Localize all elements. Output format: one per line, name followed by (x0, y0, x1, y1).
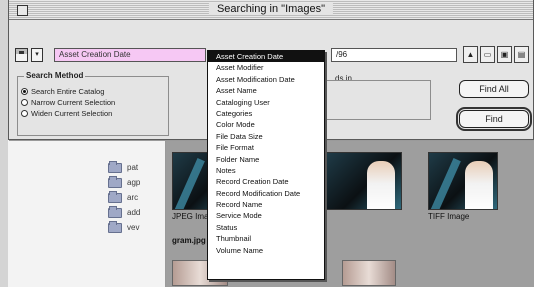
folder-icon (108, 190, 122, 203)
tree-item[interactable]: add (108, 205, 140, 220)
menu-item[interactable]: Asset Modification Date (208, 74, 324, 85)
tree-item[interactable]: vev (108, 220, 140, 235)
menu-item[interactable]: Record Name (208, 199, 324, 210)
menu-item[interactable]: Volume Name (208, 245, 324, 256)
menu-item[interactable]: File Format (208, 142, 324, 153)
menu-item[interactable]: Asset Modifier (208, 62, 324, 73)
criteria-value-field[interactable]: /96 (331, 48, 457, 62)
search-method-label: Search Method (24, 71, 86, 80)
thumbnail-filename: gram.jpg (172, 236, 206, 245)
tree-item[interactable]: pat (108, 160, 140, 175)
disk-icon[interactable] (15, 48, 28, 62)
tree-item-label: pat (127, 163, 139, 172)
fewer-choices-button[interactable]: ▭ (480, 46, 495, 63)
menu-item[interactable]: Folder Name (208, 154, 324, 165)
folder-icon (108, 175, 122, 188)
menu-item[interactable]: Notes (208, 165, 324, 176)
criteria-row: ▾ (15, 47, 43, 63)
more-choices-button[interactable]: ▲ (463, 46, 478, 63)
find-all-button[interactable]: Find All (459, 80, 529, 98)
find-button[interactable]: Find (456, 107, 532, 131)
menu-item[interactable]: Cataloging User (208, 97, 324, 108)
radio-selected-icon (21, 88, 28, 95)
radio-narrow-selection[interactable]: Narrow Current Selection (21, 98, 115, 107)
tree-item-label: add (127, 208, 141, 217)
radio-label: Search Entire Catalog (31, 87, 105, 96)
thumbnail-image[interactable] (342, 260, 396, 286)
menu-item[interactable]: Record Modification Date (208, 188, 324, 199)
dialog-title: Searching in "Images" (208, 3, 334, 15)
thumbnail-caption: TIFF Image (428, 212, 470, 221)
menu-item[interactable]: Color Mode (208, 119, 324, 130)
tree-item[interactable]: agp (108, 175, 140, 190)
folder-icon (108, 220, 122, 233)
tree-item[interactable]: arc (108, 190, 140, 205)
thumbnail-image[interactable] (428, 152, 498, 210)
tree-item-label: vev (127, 223, 140, 232)
criteria-value-text: /96 (336, 50, 348, 59)
menu-item[interactable]: Thumbnail (208, 233, 324, 244)
folder-icon (108, 160, 122, 173)
operator-popup[interactable]: ▾ (31, 48, 43, 62)
folder-icon (108, 205, 122, 218)
radio-search-entire-catalog[interactable]: Search Entire Catalog (21, 87, 104, 96)
folder-tree-pane[interactable]: pat agp arc add vev (8, 140, 166, 287)
menu-item[interactable]: Status (208, 222, 324, 233)
radio-unselected-icon (21, 110, 28, 117)
search-method-group: Search Method Search Entire Catalog Narr… (17, 71, 169, 136)
criteria-list-button[interactable]: ▤ (514, 46, 529, 63)
criteria-option-button[interactable]: ▣ (497, 46, 512, 63)
tree-item-label: arc (127, 193, 139, 202)
criteria-toolbar: ▲ ▭ ▣ ▤ (463, 46, 529, 63)
radio-label: Widen Current Selection (31, 109, 113, 118)
field-name-menu: Asset Creation Date Asset Modifier Asset M… (207, 50, 325, 280)
dialog-titlebar[interactable]: Searching in "Images" (9, 0, 533, 20)
radio-unselected-icon (21, 99, 28, 106)
thumbnail-image[interactable] (326, 152, 402, 210)
menu-item[interactable]: Service Mode (208, 210, 324, 221)
tree-item-label: agp (127, 178, 141, 187)
close-box-icon[interactable] (17, 5, 28, 16)
field-name-popup[interactable]: Asset Creation Date (54, 48, 206, 62)
menu-item[interactable]: Categories (208, 108, 324, 119)
radio-widen-selection[interactable]: Widen Current Selection (21, 109, 112, 118)
search-scope-group (321, 80, 431, 120)
menu-item[interactable]: Asset Name (208, 85, 324, 96)
radio-label: Narrow Current Selection (31, 98, 116, 107)
menu-item[interactable]: Asset Creation Date (208, 51, 324, 63)
menu-item[interactable]: File Data Size (208, 131, 324, 142)
menu-item[interactable]: Record Creation Date (208, 176, 324, 187)
